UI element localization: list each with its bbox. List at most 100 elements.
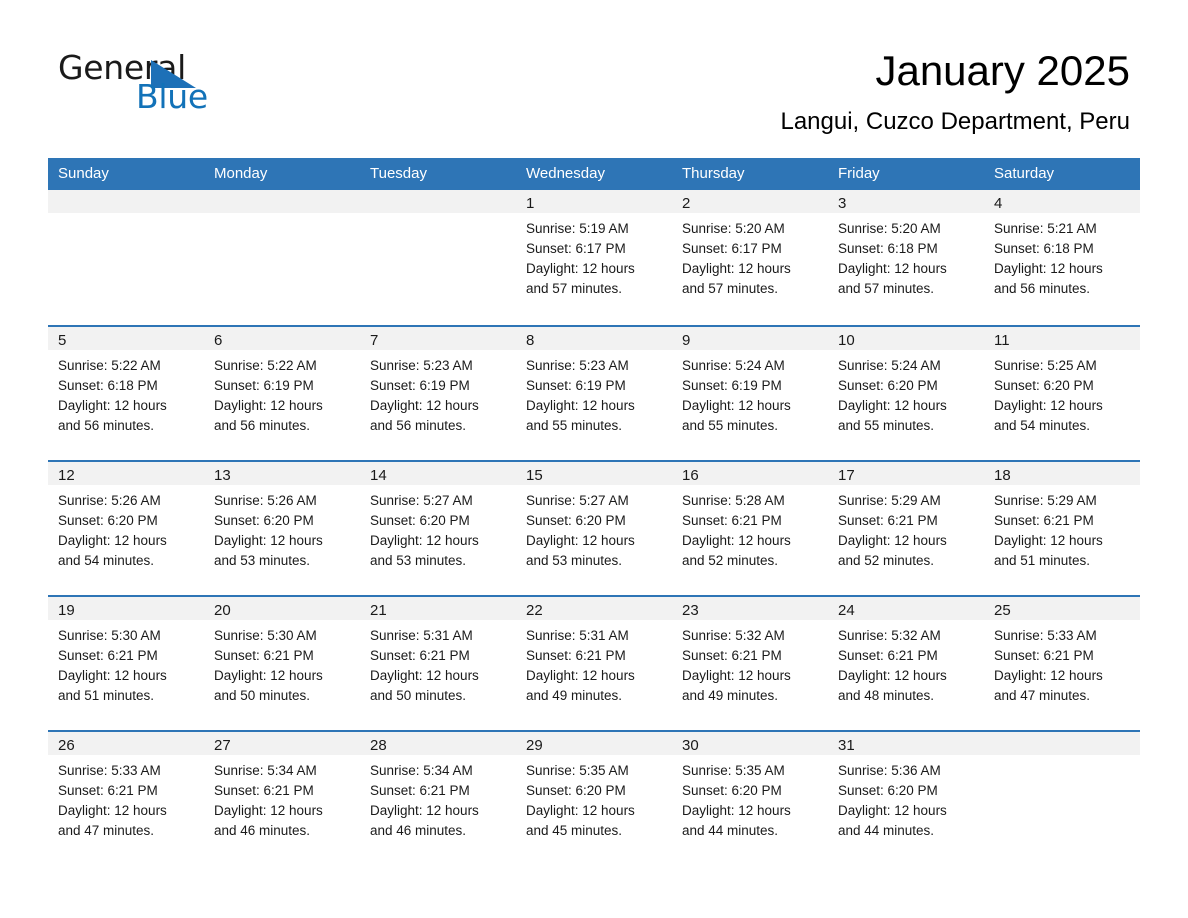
day-info: Sunrise: 5:22 AM Sunset: 6:19 PM Daylight:… [204,350,360,436]
calendar-day-cell[interactable]: 28 Sunrise: 5:34 AM Sunset: 6:21 PM Dayligh… [360,730,516,865]
sunset-text: Sunset: 6:21 PM [994,513,1094,528]
day-number: 21 [360,597,516,620]
day-number: 5 [48,327,204,350]
weekday-header-monday: Monday [204,158,360,190]
sunrise-text: Sunrise: 5:27 AM [526,493,629,508]
daylight-text-line1: Daylight: 12 hours [526,398,635,413]
calendar-day-cell[interactable]: 10 Sunrise: 5:24 AM Sunset: 6:20 PM Dayligh… [828,325,984,460]
day-info: Sunrise: 5:36 AM Sunset: 6:20 PM Daylight:… [828,755,984,841]
sunrise-text: Sunrise: 5:26 AM [214,493,317,508]
daylight-text-line2: and 47 minutes. [994,688,1091,703]
daylight-text-line2: and 52 minutes. [838,553,935,568]
calendar-day-cell[interactable]: 29 Sunrise: 5:35 AM Sunset: 6:20 PM Dayligh… [516,730,672,865]
sunset-text: Sunset: 6:19 PM [214,378,314,393]
weekday-header-wednesday: Wednesday [516,158,672,190]
calendar-day-cell[interactable]: 23 Sunrise: 5:32 AM Sunset: 6:21 PM Dayligh… [672,595,828,730]
calendar-day-cell[interactable]: 17 Sunrise: 5:29 AM Sunset: 6:21 PM Dayligh… [828,460,984,595]
sunrise-text: Sunrise: 5:24 AM [682,358,785,373]
daylight-text-line1: Daylight: 12 hours [526,261,635,276]
calendar-day-cell[interactable]: 13 Sunrise: 5:26 AM Sunset: 6:20 PM Dayligh… [204,460,360,595]
daylight-text-line2: and 45 minutes. [526,823,623,838]
daylight-text-line2: and 53 minutes. [526,553,623,568]
sunset-text: Sunset: 6:21 PM [682,648,782,663]
day-info: Sunrise: 5:20 AM Sunset: 6:17 PM Daylight:… [672,213,828,299]
sunrise-text: Sunrise: 5:19 AM [526,221,629,236]
day-number: 13 [204,462,360,485]
sunset-text: Sunset: 6:21 PM [370,648,470,663]
calendar-day-cell[interactable]: 25 Sunrise: 5:33 AM Sunset: 6:21 PM Dayligh… [984,595,1140,730]
calendar-day-cell[interactable]: 5 Sunrise: 5:22 AM Sunset: 6:18 PM Daylight… [48,325,204,460]
day-info: Sunrise: 5:24 AM Sunset: 6:19 PM Daylight:… [672,350,828,436]
daylight-text-line1: Daylight: 12 hours [370,803,479,818]
calendar-day-cell[interactable]: 3 Sunrise: 5:20 AM Sunset: 6:18 PM Daylight… [828,190,984,325]
day-number [204,190,360,213]
calendar-day-cell[interactable]: 12 Sunrise: 5:26 AM Sunset: 6:20 PM Dayligh… [48,460,204,595]
calendar-day-cell[interactable]: 2 Sunrise: 5:20 AM Sunset: 6:17 PM Daylight… [672,190,828,325]
daylight-text-line1: Daylight: 12 hours [58,398,167,413]
calendar-day-cell[interactable]: 14 Sunrise: 5:27 AM Sunset: 6:20 PM Dayligh… [360,460,516,595]
sunrise-text: Sunrise: 5:23 AM [370,358,473,373]
daylight-text-line1: Daylight: 12 hours [370,398,479,413]
sunset-text: Sunset: 6:19 PM [682,378,782,393]
sunset-text: Sunset: 6:21 PM [838,513,938,528]
calendar-day-cell[interactable]: 22 Sunrise: 5:31 AM Sunset: 6:21 PM Dayligh… [516,595,672,730]
calendar-day-cell[interactable]: 27 Sunrise: 5:34 AM Sunset: 6:21 PM Dayligh… [204,730,360,865]
calendar-week-row: 1 Sunrise: 5:19 AM Sunset: 6:17 PM Daylight… [48,190,1140,325]
calendar-body: 1 Sunrise: 5:19 AM Sunset: 6:17 PM Daylight… [48,190,1140,865]
sunset-text: Sunset: 6:20 PM [58,513,158,528]
daylight-text-line2: and 51 minutes. [58,688,155,703]
day-number [984,732,1140,755]
day-info: Sunrise: 5:27 AM Sunset: 6:20 PM Daylight:… [360,485,516,571]
calendar-day-cell[interactable]: 8 Sunrise: 5:23 AM Sunset: 6:19 PM Daylight… [516,325,672,460]
calendar-day-cell[interactable]: 21 Sunrise: 5:31 AM Sunset: 6:21 PM Dayligh… [360,595,516,730]
daylight-text-line2: and 54 minutes. [994,418,1091,433]
day-info: Sunrise: 5:25 AM Sunset: 6:20 PM Daylight:… [984,350,1140,436]
daylight-text-line1: Daylight: 12 hours [682,533,791,548]
daylight-text-line2: and 46 minutes. [214,823,311,838]
sunrise-text: Sunrise: 5:32 AM [838,628,941,643]
logo-text-blue: Blue [136,77,208,116]
day-number: 25 [984,597,1140,620]
daylight-text-line2: and 56 minutes. [370,418,467,433]
day-number: 2 [672,190,828,213]
calendar-day-cell[interactable]: 19 Sunrise: 5:30 AM Sunset: 6:21 PM Dayligh… [48,595,204,730]
calendar-day-cell[interactable]: 16 Sunrise: 5:28 AM Sunset: 6:21 PM Dayligh… [672,460,828,595]
day-number: 3 [828,190,984,213]
calendar-week-row: 5 Sunrise: 5:22 AM Sunset: 6:18 PM Daylight… [48,325,1140,460]
day-number [360,190,516,213]
day-number: 20 [204,597,360,620]
daylight-text-line2: and 46 minutes. [370,823,467,838]
sunrise-text: Sunrise: 5:32 AM [682,628,785,643]
calendar-day-cell[interactable]: 20 Sunrise: 5:30 AM Sunset: 6:21 PM Dayligh… [204,595,360,730]
sunrise-text: Sunrise: 5:22 AM [214,358,317,373]
daylight-text-line1: Daylight: 12 hours [994,668,1103,683]
calendar-day-cell[interactable]: 4 Sunrise: 5:21 AM Sunset: 6:18 PM Daylight… [984,190,1140,325]
calendar-day-cell[interactable]: 30 Sunrise: 5:35 AM Sunset: 6:20 PM Dayligh… [672,730,828,865]
calendar-day-cell[interactable]: 24 Sunrise: 5:32 AM Sunset: 6:21 PM Dayligh… [828,595,984,730]
calendar-day-cell[interactable]: 26 Sunrise: 5:33 AM Sunset: 6:21 PM Dayligh… [48,730,204,865]
daylight-text-line2: and 50 minutes. [370,688,467,703]
sunset-text: Sunset: 6:21 PM [526,648,626,663]
daylight-text-line2: and 53 minutes. [214,553,311,568]
calendar-day-cell[interactable]: 18 Sunrise: 5:29 AM Sunset: 6:21 PM Dayligh… [984,460,1140,595]
day-info: Sunrise: 5:28 AM Sunset: 6:21 PM Daylight:… [672,485,828,571]
calendar-day-cell[interactable]: 11 Sunrise: 5:25 AM Sunset: 6:20 PM Dayligh… [984,325,1140,460]
calendar-day-cell[interactable]: 9 Sunrise: 5:24 AM Sunset: 6:19 PM Daylight… [672,325,828,460]
calendar-table: Sunday Monday Tuesday Wednesday Thursday… [48,158,1140,865]
daylight-text-line2: and 52 minutes. [682,553,779,568]
day-number: 4 [984,190,1140,213]
daylight-text-line1: Daylight: 12 hours [214,668,323,683]
sunrise-text: Sunrise: 5:30 AM [214,628,317,643]
day-info: Sunrise: 5:23 AM Sunset: 6:19 PM Daylight:… [516,350,672,436]
calendar-day-cell[interactable]: 31 Sunrise: 5:36 AM Sunset: 6:20 PM Dayligh… [828,730,984,865]
calendar-day-cell[interactable]: 15 Sunrise: 5:27 AM Sunset: 6:20 PM Dayligh… [516,460,672,595]
sunrise-text: Sunrise: 5:23 AM [526,358,629,373]
sunrise-text: Sunrise: 5:36 AM [838,763,941,778]
calendar-day-cell[interactable]: 6 Sunrise: 5:22 AM Sunset: 6:19 PM Daylight… [204,325,360,460]
daylight-text-line2: and 48 minutes. [838,688,935,703]
calendar-day-cell[interactable]: 7 Sunrise: 5:23 AM Sunset: 6:19 PM Daylight… [360,325,516,460]
calendar-day-cell[interactable]: 1 Sunrise: 5:19 AM Sunset: 6:17 PM Daylight… [516,190,672,325]
sunset-text: Sunset: 6:20 PM [526,513,626,528]
daylight-text-line2: and 51 minutes. [994,553,1091,568]
sunset-text: Sunset: 6:17 PM [682,241,782,256]
